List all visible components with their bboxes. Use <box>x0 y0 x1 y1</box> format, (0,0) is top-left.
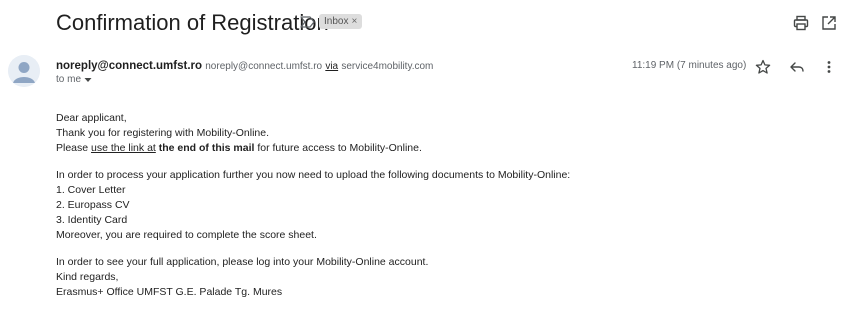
body-login: In order to see your full application, p… <box>56 256 429 268</box>
to-label: to me <box>56 74 82 85</box>
recipient-details-toggle[interactable]: to me <box>56 74 92 85</box>
email-body: Dear applicant, Thank you for registerin… <box>56 111 570 300</box>
open-in-new-window-icon[interactable] <box>820 14 838 32</box>
body-regards: Kind regards, <box>56 271 119 283</box>
via-domain: service4mobility.com <box>341 61 434 72</box>
body-thanks: Thank you for registering with Mobility-… <box>56 127 270 139</box>
reply-icon[interactable] <box>788 58 806 76</box>
default-avatar-icon <box>8 55 40 87</box>
print-icon[interactable] <box>792 14 810 32</box>
via-link[interactable]: via <box>325 61 338 72</box>
body-signature: Erasmus+ Office UMFST G.E. Palade Tg. Mu… <box>56 286 283 298</box>
sender-line: noreply@connect.umfst.ro noreply@connect… <box>56 58 433 75</box>
more-vert-icon[interactable] <box>820 58 838 76</box>
inbox-label-text: Inbox <box>324 16 349 27</box>
sender-avatar[interactable] <box>8 55 40 87</box>
body-access-suffix: for future access to Mobility-Online. <box>254 142 422 154</box>
body-score: Moreover, you are required to complete t… <box>56 229 317 241</box>
email-subject: Confirmation of Registration <box>56 10 329 35</box>
document-item: 3. Identity Card <box>56 214 128 226</box>
access-link[interactable]: use the link at <box>91 142 156 154</box>
email-timestamp: 11:19 PM (7 minutes ago) <box>632 60 747 71</box>
body-access-bold: the end of this mail <box>155 142 255 154</box>
body-access-prefix: Please <box>56 142 92 154</box>
document-item: 2. Europass CV <box>56 199 130 211</box>
body-process: In order to process your application fur… <box>56 169 571 181</box>
sender-name[interactable]: noreply@connect.umfst.ro <box>56 60 202 72</box>
body-greeting: Dear applicant, <box>56 112 127 124</box>
inbox-label-chip[interactable]: Inbox × <box>319 14 363 29</box>
document-item: 1. Cover Letter <box>56 184 126 196</box>
sender-email: noreply@connect.umfst.ro <box>205 61 323 72</box>
caret-down-icon <box>84 77 92 82</box>
importance-marker-icon[interactable] <box>299 13 317 31</box>
remove-label-button[interactable]: × <box>351 16 357 27</box>
star-icon[interactable] <box>754 58 772 76</box>
body-access-line: Please use the link at the end of this m… <box>56 141 570 156</box>
